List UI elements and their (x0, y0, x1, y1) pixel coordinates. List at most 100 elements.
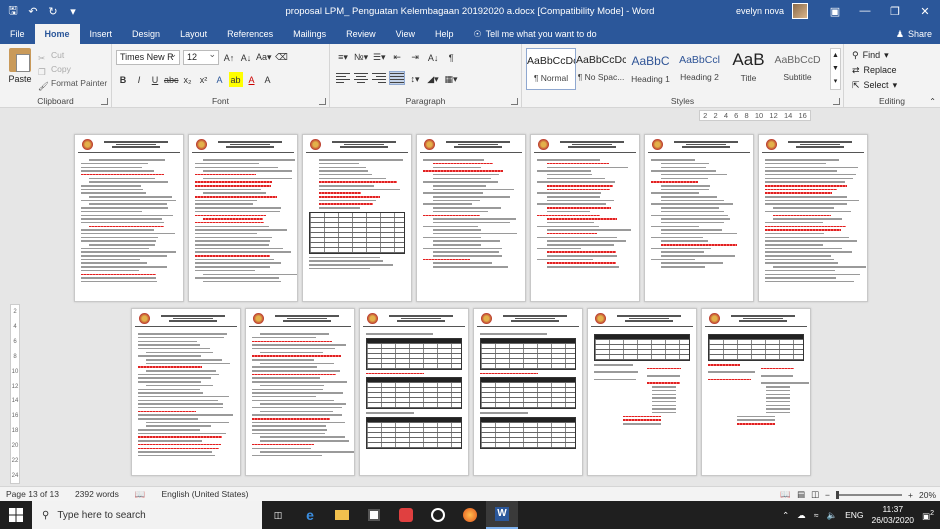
wifi-icon[interactable]: ≈ (814, 510, 819, 520)
numbering-button[interactable]: №▾ (354, 50, 368, 65)
ribbon-display-options-icon[interactable]: ▣ (820, 0, 850, 22)
minimize-button[interactable]: — (850, 0, 880, 22)
save-icon[interactable]: 🖫 (6, 4, 20, 18)
increase-indent-button[interactable]: ⇥ (408, 50, 422, 65)
web-layout-icon[interactable]: ◫ (811, 489, 819, 500)
cut-button[interactable]: ✂ Cut (38, 48, 107, 63)
collapse-ribbon-icon[interactable]: ⌃ (929, 97, 936, 106)
document-page[interactable] (74, 134, 184, 302)
justify-button[interactable] (389, 71, 405, 85)
styles-scroll[interactable]: ▲ ▼ ▾ (830, 48, 841, 90)
zoom-level[interactable]: 20% (919, 490, 936, 500)
font-size-combo[interactable]: 12 (183, 48, 219, 65)
subscript-button[interactable]: x₂ (181, 72, 195, 87)
highlight-button[interactable]: ab (228, 72, 243, 87)
document-page[interactable] (188, 134, 298, 302)
zoom-in-button[interactable]: + (908, 490, 913, 500)
document-page[interactable] (245, 308, 355, 476)
line-spacing-button[interactable]: ↕▾ (408, 72, 422, 87)
language-indicator[interactable]: ENG (845, 510, 863, 520)
tab-layout[interactable]: Layout (170, 24, 217, 44)
read-mode-icon[interactable]: 📖 (780, 489, 791, 500)
styles-launcher[interactable] (833, 98, 840, 105)
document-page[interactable] (302, 134, 412, 302)
underline-button[interactable]: U (148, 72, 162, 87)
sort-button[interactable]: A↓ (426, 50, 440, 65)
style-subtitle[interactable]: AaBbCcD Subtitle (773, 48, 822, 90)
tab-help[interactable]: Help (425, 24, 464, 44)
style-heading-2[interactable]: AaBbCcl Heading 2 (675, 48, 724, 90)
zoom-out-button[interactable]: − (825, 490, 830, 500)
tab-home[interactable]: Home (34, 24, 80, 44)
proofing-icon[interactable]: 📖 (135, 489, 146, 500)
multilevel-list-button[interactable]: ☰▾ (372, 50, 386, 65)
tab-design[interactable]: Design (122, 24, 170, 44)
document-page[interactable] (758, 134, 868, 302)
customize-toolbar-icon[interactable]: ▾ (66, 4, 80, 18)
zoom-thumb[interactable] (836, 490, 840, 499)
task-view-icon[interactable]: ◫ (262, 501, 294, 529)
change-case-button[interactable]: Aa▾ (256, 50, 272, 65)
show-marks-button[interactable]: ¶ (444, 50, 458, 65)
windows-start-icon[interactable] (0, 501, 32, 529)
tab-references[interactable]: References (217, 24, 283, 44)
style-heading-1[interactable]: AaBbC Heading 1 (626, 48, 675, 90)
align-left-button[interactable] (336, 72, 350, 84)
clipboard-launcher[interactable] (101, 98, 108, 105)
chevron-up-icon[interactable]: ⌃ (782, 510, 789, 521)
document-page[interactable] (131, 308, 241, 476)
bold-button[interactable]: B (116, 72, 130, 87)
shading-button[interactable]: ◢▾ (426, 72, 440, 87)
avatar[interactable] (792, 3, 808, 19)
print-layout-icon[interactable]: ▤ (797, 489, 805, 500)
shrink-font-button[interactable]: A↓ (239, 50, 253, 65)
document-page[interactable] (701, 308, 811, 476)
tab-file[interactable]: File (0, 24, 35, 44)
document-area[interactable]: 2 4 6 8 10 12 14 16 18 20 22 24 (10, 124, 940, 484)
tab-insert[interactable]: Insert (80, 24, 123, 44)
document-page[interactable] (587, 308, 697, 476)
word-count[interactable]: 2392 words (75, 489, 119, 499)
align-right-button[interactable] (372, 72, 386, 84)
format-painter-button[interactable]: 🖌 Format Painter (38, 76, 107, 91)
close-button[interactable]: ✕ (910, 0, 940, 22)
tell-me-box[interactable]: ☉ Tell me what you want to do (464, 24, 597, 44)
page-count[interactable]: Page 13 of 13 (6, 489, 59, 499)
notifications-icon[interactable]: ▣2 (922, 509, 934, 522)
document-page[interactable] (416, 134, 526, 302)
file-explorer-icon[interactable] (326, 501, 358, 529)
font-color-button[interactable]: A (245, 72, 259, 87)
find-button[interactable]: ⚲ Find ▾ (852, 48, 897, 63)
select-button[interactable]: ⇱ Select ▾ (852, 78, 897, 93)
document-page[interactable] (644, 134, 754, 302)
zoom-slider[interactable] (836, 490, 903, 499)
style-no-spacing[interactable]: AaBbCcDc ¶ No Spac... (576, 48, 626, 90)
style-normal[interactable]: AaBbCcDc ¶ Normal (526, 48, 576, 90)
font-name-combo[interactable]: Times New R (116, 48, 180, 65)
share-button[interactable]: ♟ Share (896, 24, 932, 44)
clock[interactable]: 11:37 26/03/2020 (871, 504, 914, 526)
app-red-icon[interactable] (390, 501, 422, 529)
user-name[interactable]: evelyn nova (736, 6, 784, 16)
app-circle-icon[interactable] (422, 501, 454, 529)
document-page[interactable] (359, 308, 469, 476)
restore-button[interactable]: ❐ (880, 0, 910, 22)
bullets-button[interactable]: ≡▾ (336, 50, 350, 65)
volume-icon[interactable]: 🔈 (826, 510, 837, 521)
superscript-button[interactable]: x² (197, 72, 211, 87)
copy-button[interactable]: ❐ Copy (38, 62, 107, 77)
text-effects-button[interactable]: A (213, 72, 227, 87)
tab-mailings[interactable]: Mailings (283, 24, 336, 44)
taskbar-search[interactable]: ⚲ Type here to search (32, 501, 262, 529)
paste-button[interactable]: Paste (5, 48, 35, 84)
edge-icon[interactable]: e (294, 501, 326, 529)
decrease-indent-button[interactable]: ⇤ (390, 50, 404, 65)
redo-icon[interactable]: ↻ (46, 4, 60, 18)
firefox-icon[interactable] (454, 501, 486, 529)
store-icon[interactable] (358, 501, 390, 529)
tab-view[interactable]: View (386, 24, 425, 44)
character-shading-button[interactable]: A (261, 72, 275, 87)
document-page[interactable] (473, 308, 583, 476)
horizontal-ruler[interactable]: 2 2 4 6 8 10 12 14 16 (699, 110, 811, 121)
align-center-button[interactable] (354, 72, 368, 84)
